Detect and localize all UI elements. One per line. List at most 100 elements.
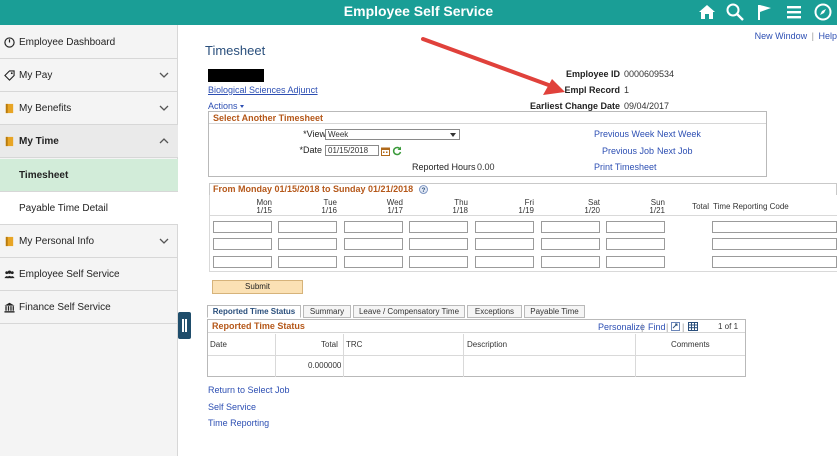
sidebar-item-label: My Time <box>19 136 59 147</box>
benefits-book-icon <box>5 103 14 114</box>
previous-job-link[interactable]: Previous Job <box>602 146 654 156</box>
hours-input[interactable] <box>344 238 403 250</box>
sidebar-item-my-personal-info[interactable]: My Personal Info <box>0 225 178 258</box>
day-header-date: 1/15 <box>256 206 272 215</box>
sidebar-item-label: Employee Dashboard <box>19 37 116 48</box>
search-icon[interactable] <box>725 2 745 22</box>
grid-frame-left <box>209 195 210 271</box>
next-week-link[interactable]: Next Week <box>657 129 701 139</box>
hours-input[interactable] <box>541 238 600 250</box>
hours-input[interactable] <box>541 221 600 233</box>
hours-input[interactable] <box>344 256 403 268</box>
tab-summary[interactable]: Summary <box>303 305 351 318</box>
find-link[interactable]: Find <box>648 322 666 332</box>
help-icon[interactable]: ? <box>418 185 428 194</box>
chevron-down-icon <box>159 238 169 244</box>
grid-header-separator <box>209 215 837 216</box>
hours-input[interactable] <box>475 238 534 250</box>
sidebar-item-employee-dashboard[interactable]: Employee Dashboard <box>0 26 178 59</box>
total-header: Total <box>692 202 709 211</box>
sidebar-item-label: Payable Time Detail <box>19 203 108 214</box>
sidebar-item-label: My Pay <box>19 70 53 81</box>
hours-input[interactable] <box>606 238 665 250</box>
view-all-icon[interactable] <box>671 322 680 331</box>
day-header-date: 1/21 <box>649 206 665 215</box>
chevron-down-icon <box>159 105 169 111</box>
column-header-total: Total <box>321 340 338 349</box>
time-reporting-link[interactable]: Time Reporting <box>208 418 269 428</box>
sidebar-item-my-pay[interactable]: My Pay <box>0 59 178 92</box>
main-content: Timesheet New Window | Help Biological S… <box>191 25 837 456</box>
trc-select[interactable] <box>712 221 837 233</box>
new-window-link[interactable]: New Window <box>755 31 808 41</box>
self-service-link[interactable]: Self Service <box>208 402 256 412</box>
hours-input[interactable] <box>278 238 337 250</box>
hours-input[interactable] <box>409 256 468 268</box>
top-bar: Employee Self Service <box>0 0 837 25</box>
hours-input[interactable] <box>409 238 468 250</box>
hours-input[interactable] <box>344 221 403 233</box>
chevron-down-icon <box>159 72 169 78</box>
link-separator: | <box>666 322 669 332</box>
hours-input[interactable] <box>213 256 272 268</box>
help-link[interactable]: Help <box>818 31 837 41</box>
menu-icon[interactable] <box>784 2 804 22</box>
tab-payable-time[interactable]: Payable Time <box>524 305 585 318</box>
week-range-title: From Monday 01/15/2018 to Sunday 01/21/2… <box>213 184 414 194</box>
employee-id-value: 0000609534 <box>624 69 675 79</box>
sidebar-item-finance-self-service[interactable]: Finance Self Service <box>0 291 178 324</box>
date-field[interactable]: 01/15/2018 <box>325 145 379 156</box>
sidebar-item-employee-self-service[interactable]: Employee Self Service <box>0 258 178 291</box>
link-separator: | <box>811 31 814 41</box>
navbar-compass-icon[interactable] <box>813 2 833 22</box>
tab-reported-time-status[interactable]: Reported Time Status <box>207 305 301 318</box>
hours-input[interactable] <box>475 221 534 233</box>
submit-button[interactable]: Submit <box>212 280 303 294</box>
sidebar-item-timesheet[interactable]: Timesheet <box>0 159 178 192</box>
download-grid-icon[interactable] <box>688 322 698 331</box>
hours-input[interactable] <box>541 256 600 268</box>
sidebar-item-my-benefits[interactable]: My Benefits <box>0 92 178 125</box>
hours-input[interactable] <box>606 256 665 268</box>
personalize-link[interactable]: Personalize <box>598 322 645 332</box>
hours-input[interactable] <box>606 221 665 233</box>
sidebar-item-payable-time-detail[interactable]: Payable Time Detail <box>0 192 178 225</box>
calendar-icon[interactable] <box>381 147 390 156</box>
day-header: Sun 1/21 <box>605 199 665 215</box>
view-by-select[interactable]: Week <box>325 129 460 140</box>
sidebar-item-label: Timesheet <box>19 170 69 181</box>
column-header-comments: Comments <box>671 340 710 349</box>
home-icon[interactable] <box>697 2 717 22</box>
day-header-date: 1/19 <box>518 206 534 215</box>
hours-input[interactable] <box>278 221 337 233</box>
hours-input[interactable] <box>475 256 534 268</box>
tab-leave-compensatory-time[interactable]: Leave / Compensatory Time <box>353 305 465 318</box>
day-header: Fri 1/19 <box>474 199 534 215</box>
day-header: Sat 1/20 <box>540 199 600 215</box>
sidebar-item-label: My Benefits <box>19 103 72 114</box>
tab-exceptions[interactable]: Exceptions <box>467 305 522 318</box>
sidebar-collapse-handle[interactable] <box>178 312 191 339</box>
grid-column-separator <box>463 334 464 377</box>
previous-week-link[interactable]: Previous Week <box>594 129 654 139</box>
trc-select[interactable] <box>712 238 837 250</box>
sidebar-item-label: My Personal Info <box>19 236 95 247</box>
sidebar-item-my-time[interactable]: My Time <box>0 125 178 158</box>
earliest-change-value: 09/04/2017 <box>624 101 670 111</box>
reported-hours-label: Reported Hours <box>412 162 476 172</box>
hours-input[interactable] <box>213 221 272 233</box>
print-timesheet-link[interactable]: Print Timesheet <box>594 162 657 172</box>
trc-select[interactable] <box>712 256 837 268</box>
next-job-link[interactable]: Next Job <box>657 146 693 156</box>
personal-info-book-icon <box>5 236 14 247</box>
day-header: Thu 1/18 <box>408 199 468 215</box>
column-header-date: Date <box>210 340 227 349</box>
flag-icon[interactable] <box>755 2 775 22</box>
people-icon <box>4 270 15 279</box>
return-to-select-job-link[interactable]: Return to Select Job <box>208 385 290 395</box>
refresh-icon[interactable] <box>392 146 402 156</box>
hours-input[interactable] <box>278 256 337 268</box>
hours-input[interactable] <box>409 221 468 233</box>
hours-input[interactable] <box>213 238 272 250</box>
time-book-icon <box>5 136 14 147</box>
